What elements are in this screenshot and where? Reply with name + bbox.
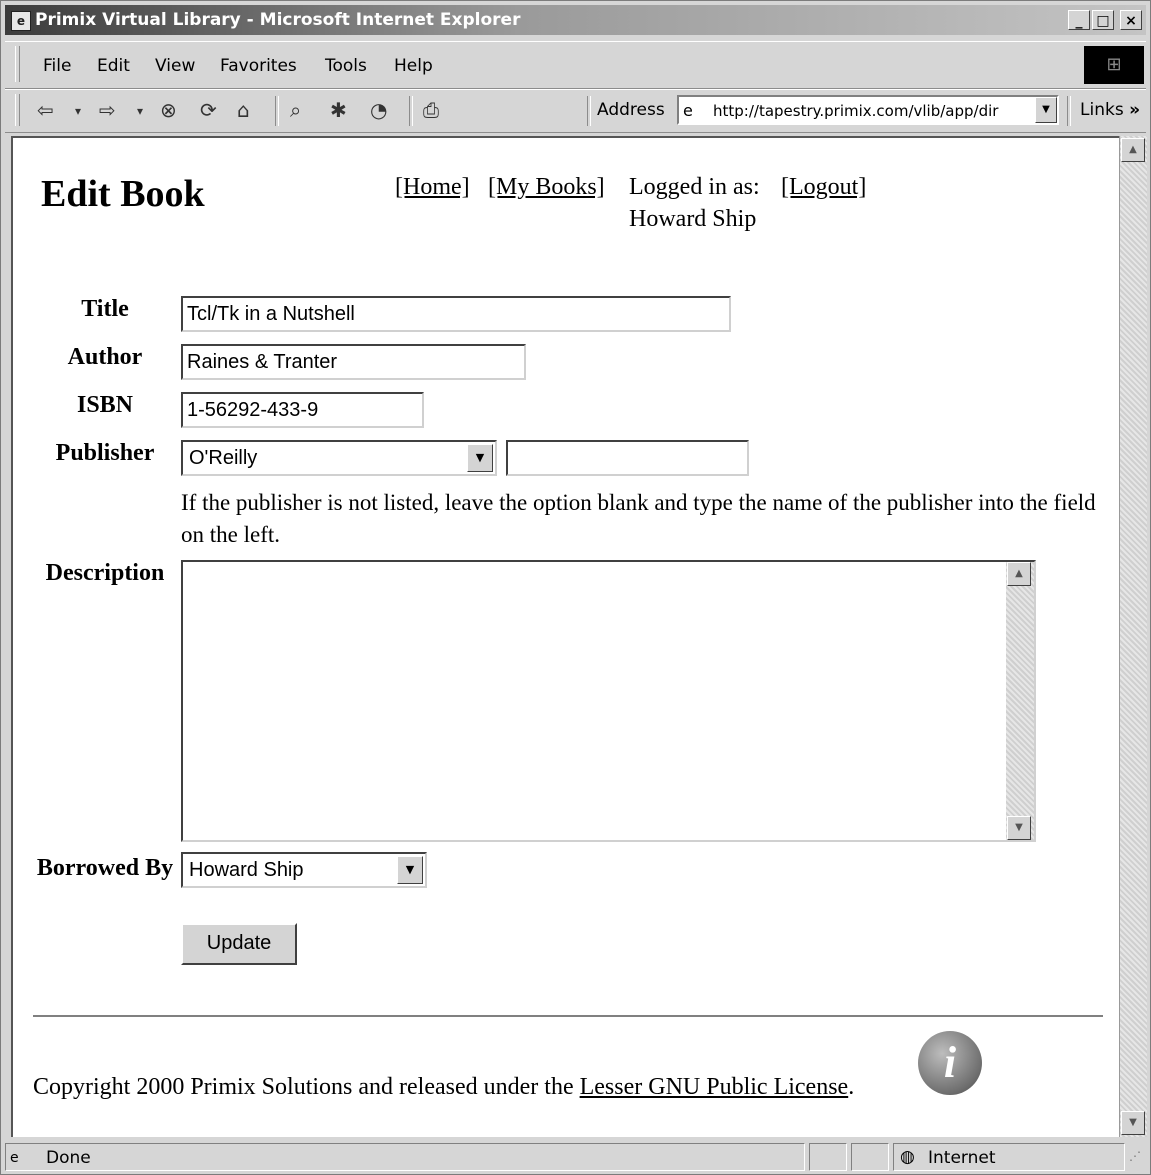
page-status-icon: e <box>10 1150 19 1166</box>
links-label: Links <box>1080 100 1124 120</box>
publisher-select[interactable]: O'Reilly ▼ <box>181 440 497 476</box>
author-label: Author <box>67 344 143 370</box>
navigation-toolbar: ⇦ ▾ ⇨ ▾ ⊗ ⟳ ⌂ ⌕ ✱ ◔ ⎙ Address e http://t… <box>5 89 1146 133</box>
toolbar-separator <box>409 96 413 126</box>
toolbar-separator <box>587 96 591 126</box>
toolbar-separator <box>1067 96 1071 126</box>
isbn-input[interactable]: 1-56292-433-9 <box>181 392 424 428</box>
borrowed-by-select[interactable]: Howard Ship ▼ <box>181 852 427 888</box>
back-arrow-icon[interactable]: ⇦ <box>37 98 54 122</box>
scroll-down-icon[interactable]: ▼ <box>1007 816 1031 840</box>
publisher-other-input[interactable] <box>506 440 749 476</box>
isbn-label: ISBN <box>76 392 134 418</box>
forward-dropdown-icon[interactable]: ▾ <box>137 104 143 118</box>
publisher-selected-value: O'Reilly <box>189 447 258 469</box>
address-label: Address <box>597 100 665 120</box>
maximize-button[interactable]: □ <box>1092 10 1114 30</box>
home-icon[interactable]: ⌂ <box>237 98 250 122</box>
logged-in-label: Logged in as: <box>629 174 760 200</box>
logout-link[interactable]: [Logout] <box>781 174 866 201</box>
status-panel-empty <box>851 1143 889 1171</box>
globe-icon: ◍ <box>900 1147 915 1167</box>
logged-in-user: Howard Ship <box>629 206 757 232</box>
menubar-grip[interactable] <box>15 46 20 82</box>
info-icon[interactable]: i <box>918 1031 982 1095</box>
page-scrollbar[interactable]: ▲ ▼ <box>1119 136 1147 1137</box>
menu-favorites[interactable]: Favorites <box>220 56 297 76</box>
browser-window: e Primix Virtual Library - Microsoft Int… <box>0 0 1151 1175</box>
menu-file[interactable]: File <box>43 56 71 76</box>
back-dropdown-icon[interactable]: ▾ <box>75 104 81 118</box>
borrowed-by-selected-value: Howard Ship <box>189 859 304 881</box>
title-label: Title <box>81 296 129 322</box>
history-icon[interactable]: ◔ <box>370 98 387 122</box>
home-link[interactable]: [Home] <box>395 174 470 201</box>
menu-tools[interactable]: Tools <box>325 56 367 76</box>
title-bar[interactable]: e Primix Virtual Library - Microsoft Int… <box>5 5 1146 35</box>
copyright-prefix: Copyright 2000 Primix Solutions and rele… <box>33 1074 580 1100</box>
toolbar-separator <box>275 96 279 126</box>
copyright-suffix: . <box>848 1074 855 1100</box>
description-textarea[interactable]: ▲ ▼ <box>181 560 1036 842</box>
page-content[interactable]: Edit Book [Home] [My Books] Logged in as… <box>11 136 1119 1137</box>
address-url[interactable]: http://tapestry.primix.com/vlib/app/dir <box>713 102 998 120</box>
address-bar[interactable]: e http://tapestry.primix.com/vlib/app/di… <box>677 95 1059 125</box>
search-icon[interactable]: ⌕ <box>290 98 301 122</box>
description-label: Description <box>45 560 165 586</box>
close-button[interactable]: × <box>1120 10 1142 30</box>
status-bar: e Done ◍ Internet ⋰ <box>5 1141 1148 1173</box>
update-button[interactable]: Update <box>181 923 297 965</box>
license-link[interactable]: Lesser GNU Public License <box>580 1074 849 1100</box>
minimize-button[interactable]: _ <box>1068 10 1090 30</box>
status-panel: e Done <box>5 1143 805 1171</box>
title-input[interactable]: Tcl/Tk in a Nutshell <box>181 296 731 332</box>
ie-app-icon[interactable]: e <box>11 11 31 31</box>
toolbar-grip[interactable] <box>15 94 20 126</box>
menu-edit[interactable]: Edit <box>97 56 130 76</box>
scroll-up-icon[interactable]: ▲ <box>1007 562 1031 586</box>
menu-help[interactable]: Help <box>394 56 433 76</box>
zone-text: Internet <box>928 1148 996 1168</box>
security-zone-panel: ◍ Internet <box>893 1143 1125 1171</box>
resize-grip-icon[interactable]: ⋰ <box>1129 1149 1141 1163</box>
publisher-help-text: If the publisher is not listed, leave th… <box>181 490 1096 547</box>
author-input[interactable]: Raines & Tranter <box>181 344 526 380</box>
links-button[interactable]: Links » <box>1080 100 1140 120</box>
publisher-label: Publisher <box>55 440 155 466</box>
favorites-icon[interactable]: ✱ <box>330 98 347 122</box>
forward-arrow-icon[interactable]: ⇨ <box>99 98 116 122</box>
chevron-right-icon: » <box>1129 100 1141 120</box>
stop-icon[interactable]: ⊗ <box>160 98 177 122</box>
menu-view[interactable]: View <box>155 56 195 76</box>
scroll-down-icon[interactable]: ▼ <box>1121 1111 1145 1135</box>
page-icon: e <box>683 101 693 120</box>
menu-bar: File Edit View Favorites Tools Help ⊞ <box>5 41 1146 89</box>
chevron-down-icon[interactable]: ▼ <box>397 856 423 884</box>
chevron-down-icon[interactable]: ▼ <box>467 444 493 472</box>
scroll-up-icon[interactable]: ▲ <box>1121 138 1145 162</box>
description-scrollbar[interactable]: ▲ ▼ <box>1006 562 1034 840</box>
borrowed-by-label: Borrowed By <box>36 855 174 881</box>
address-dropdown-button[interactable]: ▼ <box>1035 97 1057 123</box>
copyright-text: Copyright 2000 Primix Solutions and rele… <box>33 1074 854 1101</box>
print-icon[interactable]: ⎙ <box>423 98 439 122</box>
my-books-link[interactable]: [My Books] <box>488 174 605 201</box>
footer-divider <box>33 1015 1103 1018</box>
windows-logo-icon: ⊞ <box>1084 46 1144 84</box>
status-panel-empty <box>809 1143 847 1171</box>
refresh-icon[interactable]: ⟳ <box>200 98 217 122</box>
window-title: Primix Virtual Library - Microsoft Inter… <box>35 10 521 30</box>
page-title: Edit Book <box>41 173 205 215</box>
status-text: Done <box>46 1148 91 1168</box>
